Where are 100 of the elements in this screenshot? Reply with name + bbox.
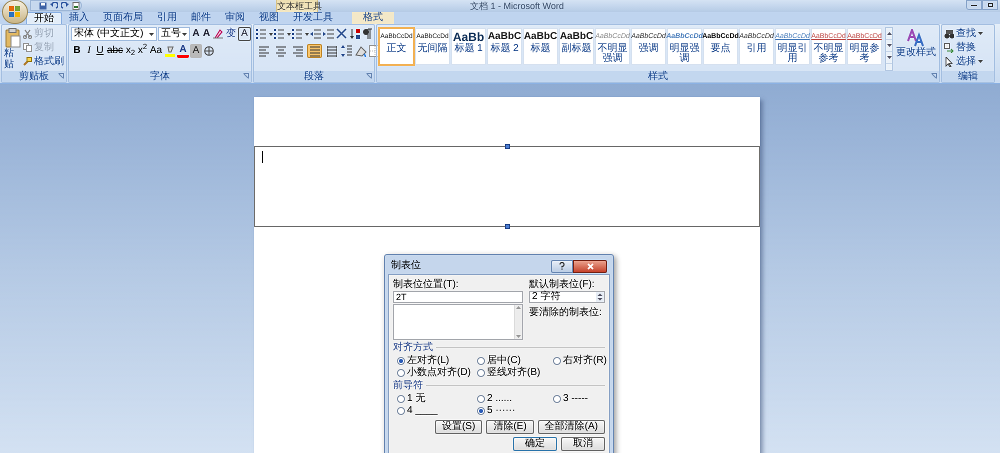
radio-option[interactable]: 居中(C) — [477, 355, 553, 366]
group-label: 字体 — [150, 71, 170, 82]
align-justify-icon — [310, 46, 320, 56]
copy-icon — [23, 42, 32, 52]
text-box[interactable] — [254, 146, 760, 227]
group-label: 样式 — [648, 71, 668, 82]
ribbon-tab[interactable]: 视图 — [252, 12, 286, 24]
scroll-down-icon[interactable] — [886, 44, 892, 47]
ribbon-tab[interactable]: 开发工具 — [286, 12, 340, 24]
phonetic-guide-button[interactable]: 变 — [225, 27, 237, 41]
more-styles-icon[interactable] — [886, 56, 892, 59]
subscript-button[interactable]: x$_{2}$ — [125, 44, 136, 58]
radio-option[interactable]: 5 ······ — [477, 405, 553, 416]
caret-icon — [287, 32, 291, 36]
radio-button[interactable] — [477, 406, 485, 414]
binoculars-icon — [944, 28, 954, 38]
window-title: 文档 1 - Microsoft Word — [470, 0, 564, 12]
radio-button[interactable] — [477, 394, 485, 402]
ribbon-tab[interactable]: 插入 — [62, 12, 96, 24]
align-left-button[interactable] — [256, 44, 271, 58]
style-gallery-item[interactable]: AaBbC 标题 2 — [487, 28, 522, 65]
align-distributed-button[interactable] — [324, 44, 339, 58]
editing-button[interactable]: 查找 — [956, 27, 983, 40]
superscript-button[interactable]: x$^{2}$ — [137, 44, 148, 58]
resize-handle[interactable] — [505, 224, 510, 229]
field-label: 要清除的制表位: — [529, 307, 603, 318]
close-button[interactable] — [573, 260, 607, 272]
clipboard-button[interactable]: 格式刷 — [34, 55, 64, 68]
tab-stop-position-field[interactable]: 2T — [393, 291, 523, 303]
style-gallery-item[interactable]: AaBbC 副标题 — [559, 28, 594, 65]
ribbon-tab[interactable]: 引用 — [150, 12, 184, 24]
radio-option[interactable]: 右对齐(R) — [553, 355, 607, 366]
radio-option[interactable]: 4 ____ — [397, 405, 477, 416]
radio-button[interactable] — [553, 356, 561, 364]
scroll-up-icon[interactable] — [886, 32, 892, 35]
dialog-button[interactable]: 取消 — [561, 437, 605, 451]
align-justify-button[interactable] — [307, 44, 322, 58]
dialog-button[interactable]: 全部清除(A) — [538, 420, 605, 434]
bold-button[interactable]: B — [71, 44, 83, 58]
help-button[interactable] — [551, 260, 573, 272]
shrink-font-button[interactable]: A — [202, 27, 211, 41]
spinner-arrows-icon — [596, 292, 604, 302]
minimize-button[interactable] — [966, 0, 982, 10]
align-left-icon — [258, 46, 268, 56]
decrease-indent-icon[interactable] — [310, 28, 322, 40]
pilcrow-icon[interactable] — [362, 28, 374, 40]
sort-icon[interactable] — [349, 28, 361, 40]
radio-option[interactable]: 左对齐(L) — [397, 355, 477, 366]
character-shading-button[interactable]: A — [190, 44, 202, 58]
office-logo-icon — [9, 6, 21, 18]
paste-button[interactable]: 粘贴 — [4, 48, 21, 70]
radio-button[interactable] — [397, 368, 405, 376]
radio-option[interactable]: 小数点对齐(D) — [397, 367, 477, 378]
ribbon-tab[interactable]: 格式 — [352, 12, 394, 24]
align-right-button[interactable] — [290, 44, 305, 58]
dialog-button[interactable]: 确定 — [513, 437, 557, 451]
editing-button[interactable]: 选择 — [956, 55, 983, 68]
radio-option[interactable]: 1 无 — [397, 393, 477, 404]
group-label: 段落 — [304, 71, 324, 82]
ribbon-tab[interactable]: 开始 — [26, 12, 62, 24]
section-label: 对齐方式 — [393, 342, 433, 353]
strikethrough-button[interactable]: abc — [106, 44, 124, 58]
change-styles-button[interactable]: 更改样式 — [896, 47, 936, 58]
ribbon-tab[interactable]: 邮件 — [184, 12, 218, 24]
dialog-button[interactable]: 清除(E) — [486, 420, 534, 434]
editing-button[interactable]: 替换 — [956, 41, 976, 54]
radio-button[interactable] — [397, 394, 405, 402]
radio-button[interactable] — [477, 356, 485, 364]
radio-option[interactable]: 竖线对齐(B) — [477, 367, 553, 378]
character-border-button[interactable]: A — [238, 27, 251, 41]
radio-button[interactable] — [397, 406, 405, 414]
restore-button[interactable] — [982, 0, 998, 10]
resize-handle[interactable] — [505, 144, 510, 149]
eraser-icon — [213, 29, 223, 39]
style-gallery-item[interactable]: AaBb 标题 1 — [451, 28, 486, 65]
align-right-icon — [292, 46, 302, 56]
ribbon-tab[interactable]: 审阅 — [218, 12, 252, 24]
font-name-dropdown[interactable]: 宋体 (中文正文) — [71, 27, 157, 41]
ribbon-tab[interactable]: 页面布局 — [96, 12, 150, 24]
align-center-button[interactable] — [273, 44, 288, 58]
change-case-button[interactable]: Aa — [149, 44, 163, 58]
underline-button[interactable]: U — [95, 44, 105, 58]
radio-option[interactable]: 2 ...... — [477, 393, 553, 404]
caret-icon — [269, 32, 273, 36]
increase-indent-icon[interactable] — [323, 28, 335, 40]
radio-button[interactable] — [477, 368, 485, 376]
radio-button[interactable] — [553, 394, 561, 402]
default-tab-stops-spinner[interactable]: 2 字符 — [529, 291, 605, 303]
grow-font-button[interactable]: A — [191, 27, 201, 41]
bullets-icon[interactable] — [256, 28, 268, 40]
italic-button[interactable]: I — [84, 44, 94, 58]
redo-icon — [61, 2, 69, 10]
style-gallery-item[interactable]: AaBbC 标题 — [523, 28, 558, 65]
dialog-button[interactable]: 设置(S) — [434, 420, 482, 434]
highlighter-icon — [165, 46, 175, 56]
caret-icon — [182, 32, 187, 36]
text-cursor — [262, 151, 263, 163]
font-size-dropdown[interactable]: 五号 — [158, 27, 190, 41]
radio-button[interactable] — [397, 356, 405, 364]
radio-option[interactable]: 3 ----- — [553, 393, 605, 404]
